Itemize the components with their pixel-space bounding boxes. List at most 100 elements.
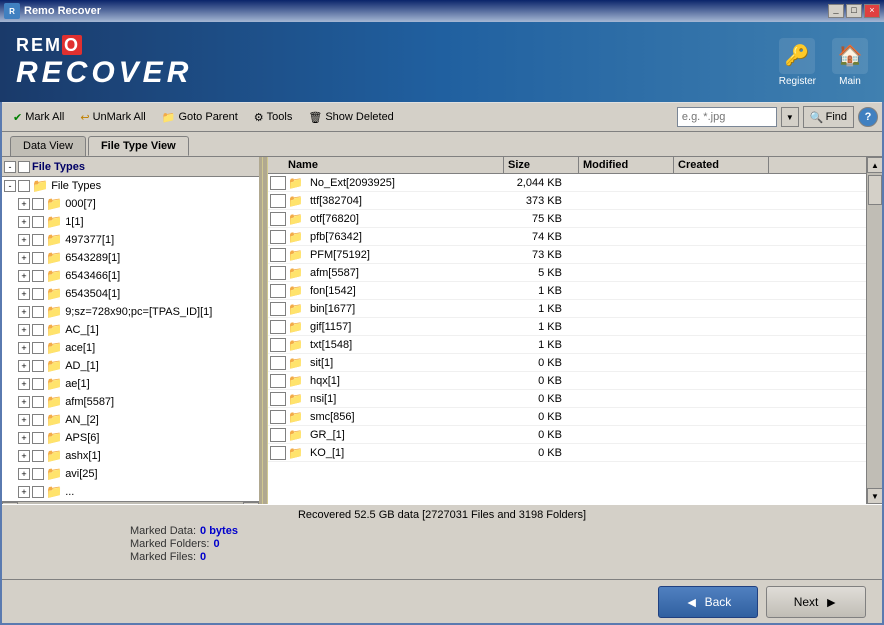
tree-checkbox[interactable] (32, 270, 44, 282)
file-row[interactable]: 📁PFM[75192]73 KB (268, 246, 866, 264)
tree-checkbox[interactable] (32, 486, 44, 498)
minimize-button[interactable]: _ (828, 4, 844, 18)
file-row[interactable]: 📁pfb[76342]74 KB (268, 228, 866, 246)
file-checkbox[interactable] (270, 302, 286, 316)
tree-item[interactable]: +📁497377[1] (2, 231, 259, 249)
tree-expand-btn[interactable]: + (18, 288, 30, 300)
file-checkbox[interactable] (270, 194, 286, 208)
file-checkbox[interactable] (270, 320, 286, 334)
tree-expand-btn[interactable]: - (4, 180, 16, 192)
tab-data-view[interactable]: Data View (10, 136, 86, 156)
col-header-size[interactable]: Size (504, 157, 579, 173)
tree-expand-btn[interactable]: + (18, 414, 30, 426)
col-header-name[interactable]: Name (284, 157, 504, 173)
tree-checkbox[interactable] (32, 414, 44, 426)
tree-expand-btn[interactable]: + (18, 432, 30, 444)
mark-all-button[interactable]: ✔ Mark All (6, 105, 71, 129)
file-checkbox[interactable] (270, 266, 286, 280)
back-button[interactable]: ◄ Back (658, 586, 758, 618)
tools-button[interactable]: ⚙ Tools (247, 105, 300, 129)
scroll-up-btn[interactable]: ▲ (867, 157, 882, 173)
tree-expand-btn[interactable]: + (18, 306, 30, 318)
help-button[interactable]: ? (858, 107, 878, 127)
file-row[interactable]: 📁GR_[1]0 KB (268, 426, 866, 444)
file-row[interactable]: 📁No_Ext[2093925]2,044 KB (268, 174, 866, 192)
tree-item[interactable]: +📁AD_[1] (2, 357, 259, 375)
file-checkbox[interactable] (270, 428, 286, 442)
tree-checkbox[interactable] (32, 234, 44, 246)
close-button[interactable]: × (864, 4, 880, 18)
register-button[interactable]: 🔑 Register (779, 38, 816, 87)
main-button[interactable]: 🏠 Main (832, 38, 868, 87)
file-row[interactable]: 📁sit[1]0 KB (268, 354, 866, 372)
col-header-created[interactable]: Created (674, 157, 769, 173)
tree-item[interactable]: +📁APS[6] (2, 429, 259, 447)
file-checkbox[interactable] (270, 374, 286, 388)
tree-item[interactable]: +📁6543504[1] (2, 285, 259, 303)
goto-parent-button[interactable]: 📁 Goto Parent (155, 105, 245, 129)
file-checkbox[interactable] (270, 176, 286, 190)
tree-item[interactable]: +📁ae[1] (2, 375, 259, 393)
file-row[interactable]: 📁gif[1157]1 KB (268, 318, 866, 336)
tree-item[interactable]: +📁AN_[2] (2, 411, 259, 429)
tree-item[interactable]: +📁9;sz=728x90;pc=[TPAS_ID][1] (2, 303, 259, 321)
tree-checkbox[interactable] (32, 324, 44, 336)
file-row[interactable]: 📁txt[1548]1 KB (268, 336, 866, 354)
tree-item[interactable]: +📁000[7] (2, 195, 259, 213)
tree-checkbox[interactable] (18, 180, 30, 192)
maximize-button[interactable]: □ (846, 4, 862, 18)
file-row[interactable]: 📁ttf[382704]373 KB (268, 192, 866, 210)
tree-expand-btn[interactable]: + (18, 342, 30, 354)
find-button[interactable]: 🔍 Find (803, 106, 854, 128)
tree-checkbox[interactable] (32, 468, 44, 480)
file-checkbox[interactable] (270, 446, 286, 460)
root-checkbox[interactable] (18, 161, 30, 173)
tree-checkbox[interactable] (32, 396, 44, 408)
scroll-thumb[interactable] (868, 175, 882, 205)
tree-expand-btn[interactable]: + (18, 486, 30, 498)
tree-item[interactable]: +📁6543289[1] (2, 249, 259, 267)
search-dropdown-arrow[interactable]: ▼ (781, 107, 799, 127)
tree-expand-btn[interactable]: + (18, 216, 30, 228)
tree-checkbox[interactable] (32, 342, 44, 354)
show-deleted-button[interactable]: 🗑 Show Deleted (301, 105, 400, 129)
tree-item[interactable]: +📁... (2, 483, 259, 501)
tab-file-type-view[interactable]: File Type View (88, 136, 189, 156)
tree-item[interactable]: +📁ashx[1] (2, 447, 259, 465)
tree-checkbox[interactable] (32, 198, 44, 210)
file-checkbox[interactable] (270, 212, 286, 226)
tree-expand-btn[interactable]: + (18, 378, 30, 390)
unmark-all-button[interactable]: ↩ UnMark All (73, 105, 152, 129)
file-checkbox[interactable] (270, 284, 286, 298)
file-checkbox[interactable] (270, 338, 286, 352)
tree-item[interactable]: -📁File Types (2, 177, 259, 195)
tree-checkbox[interactable] (32, 216, 44, 228)
col-header-modified[interactable]: Modified (579, 157, 674, 173)
tree-item[interactable]: +📁avi[25] (2, 465, 259, 483)
file-row[interactable]: 📁afm[5587]5 KB (268, 264, 866, 282)
scroll-down-btn[interactable]: ▼ (867, 488, 882, 504)
file-checkbox[interactable] (270, 392, 286, 406)
tree-checkbox[interactable] (32, 450, 44, 462)
file-row[interactable]: 📁otf[76820]75 KB (268, 210, 866, 228)
file-row[interactable]: 📁bin[1677]1 KB (268, 300, 866, 318)
file-checkbox[interactable] (270, 356, 286, 370)
tree-expand-btn[interactable]: + (18, 198, 30, 210)
tree-expand-btn[interactable]: + (18, 234, 30, 246)
tree-checkbox[interactable] (32, 432, 44, 444)
file-row[interactable]: 📁nsi[1]0 KB (268, 390, 866, 408)
tree-checkbox[interactable] (32, 360, 44, 372)
next-button[interactable]: Next ► (766, 586, 866, 618)
tree-expand-btn[interactable]: + (18, 252, 30, 264)
tree-checkbox[interactable] (32, 306, 44, 318)
tree-expand-btn[interactable]: + (18, 396, 30, 408)
tree-expand-btn[interactable]: + (18, 324, 30, 336)
tree-expand-btn[interactable]: + (18, 360, 30, 372)
tree-expand-btn[interactable]: + (18, 450, 30, 462)
file-row[interactable]: 📁hqx[1]0 KB (268, 372, 866, 390)
file-checkbox[interactable] (270, 410, 286, 424)
tree-checkbox[interactable] (32, 378, 44, 390)
file-row[interactable]: 📁KO_[1]0 KB (268, 444, 866, 462)
tree-item[interactable]: +📁AC_[1] (2, 321, 259, 339)
file-checkbox[interactable] (270, 248, 286, 262)
